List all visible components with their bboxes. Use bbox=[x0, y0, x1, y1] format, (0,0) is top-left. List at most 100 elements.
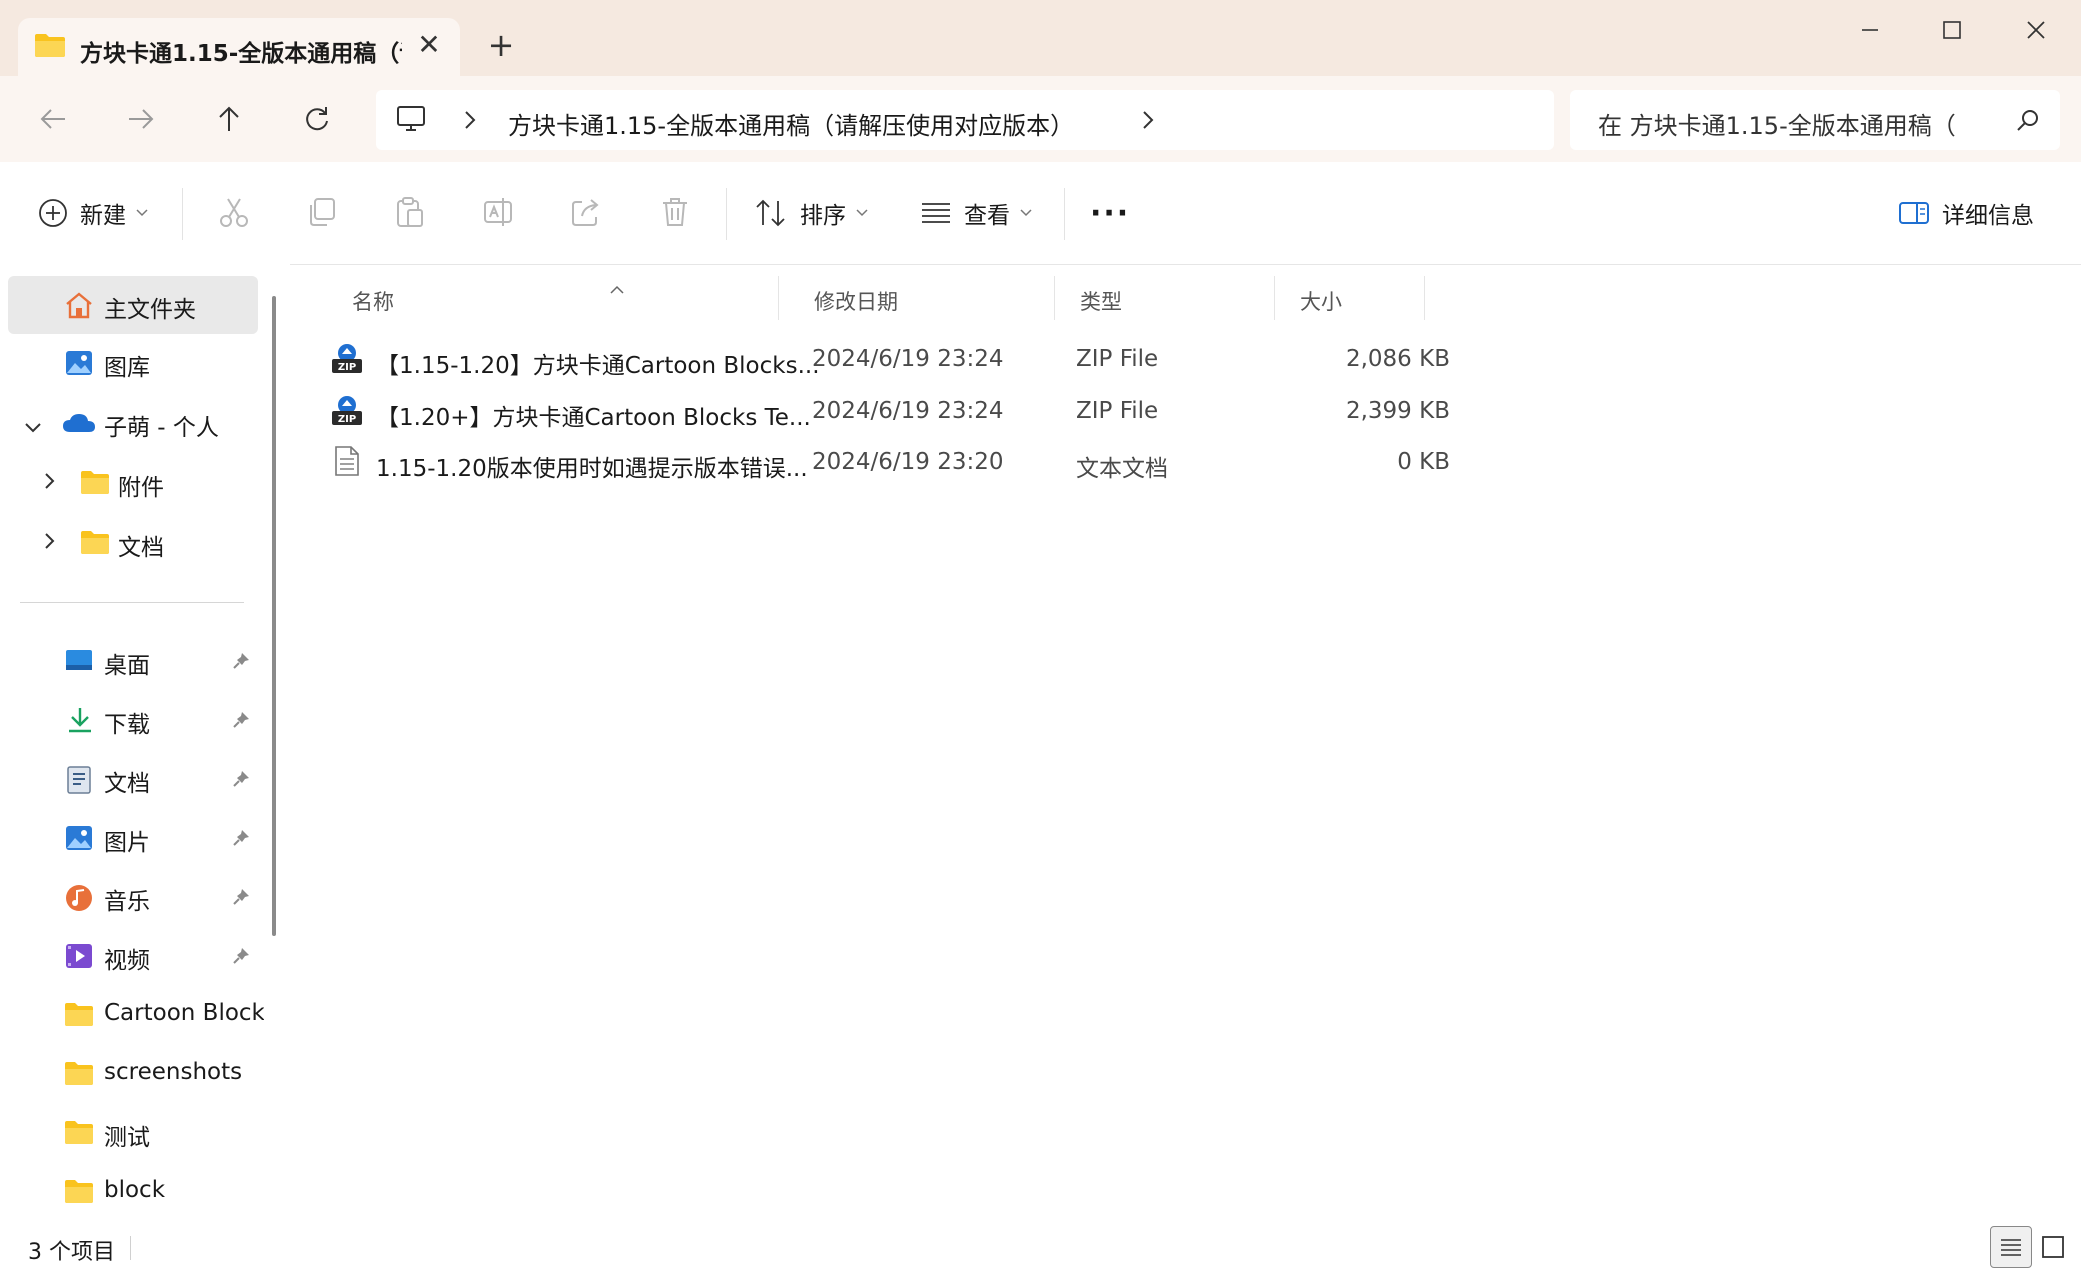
sort-button-label: 排序 bbox=[800, 203, 846, 229]
tab-close-icon[interactable]: ✕ bbox=[412, 28, 446, 62]
sidebar-item-label: 图片 bbox=[104, 830, 150, 856]
sidebar-scrollbar[interactable] bbox=[272, 296, 276, 936]
pin-icon[interactable] bbox=[232, 827, 250, 853]
column-size-label: 大小 bbox=[1300, 290, 1342, 314]
search-box[interactable]: 在 方块卡通1.15-全版本通用稿（ bbox=[1570, 90, 2060, 150]
sidebar-item-label: 子萌 - 个人 bbox=[104, 415, 219, 441]
sidebar-item-downloads[interactable]: 下载 bbox=[8, 691, 258, 749]
new-tab-button[interactable]: + bbox=[484, 28, 518, 62]
sidebar-item-onedrive[interactable]: 子萌 - 个人 bbox=[8, 394, 258, 452]
minimize-button[interactable] bbox=[1840, 8, 1900, 52]
sidebar-item-label: screenshots bbox=[104, 1059, 243, 1085]
pin-icon[interactable] bbox=[232, 768, 250, 794]
pin-icon[interactable] bbox=[232, 886, 250, 912]
tab-title: 方块卡通1.15-全版本通用稿（请 bbox=[80, 41, 402, 67]
refresh-button[interactable] bbox=[294, 96, 340, 142]
new-button[interactable]: 新建 bbox=[38, 186, 148, 240]
gallery-icon bbox=[64, 349, 94, 383]
sidebar-item-folder[interactable]: Cartoon Block bbox=[8, 986, 264, 1044]
sidebar-item-onedrive-documents[interactable]: 文档 bbox=[8, 514, 258, 572]
sidebar-item-videos[interactable]: 视频 bbox=[8, 927, 258, 985]
pin-icon[interactable] bbox=[232, 709, 250, 735]
rename-icon[interactable] bbox=[482, 196, 514, 232]
address-bar-row: 方块卡通1.15-全版本通用稿（请解压使用对应版本） 在 方块卡通1.15-全版… bbox=[0, 76, 2081, 162]
sidebar-item-desktop[interactable]: 桌面 bbox=[8, 632, 258, 690]
documents-icon bbox=[66, 765, 92, 801]
large-icons-view-button[interactable] bbox=[2036, 1230, 2070, 1264]
file-date: 2024/6/19 23:24 bbox=[812, 398, 1004, 424]
zip-icon: ZIP bbox=[330, 342, 364, 382]
file-row[interactable]: ZIP 【1.15-1.20】方块卡通Cartoon Blocks... 202… bbox=[326, 334, 1726, 384]
minimize-icon bbox=[1862, 29, 1878, 31]
breadcrumb-chevron-icon[interactable] bbox=[462, 108, 478, 136]
sidebar-item-gallery[interactable]: 图库 bbox=[8, 334, 258, 392]
paste-icon[interactable] bbox=[394, 196, 426, 232]
column-type-label: 类型 bbox=[1080, 290, 1122, 314]
back-button[interactable] bbox=[30, 96, 76, 142]
sidebar-item-folder[interactable]: screenshots bbox=[8, 1045, 258, 1103]
sidebar-item-pictures[interactable]: 图片 bbox=[8, 809, 258, 867]
file-date: 2024/6/19 23:24 bbox=[812, 346, 1004, 372]
file-row[interactable]: 1.15-1.20版本使用时如遇提示版本错误... 2024/6/19 23:2… bbox=[326, 437, 1726, 487]
sidebar-item-folder[interactable]: block bbox=[8, 1163, 258, 1221]
toolbar-divider bbox=[1064, 188, 1065, 240]
column-header-name[interactable]: 名称 bbox=[338, 276, 779, 320]
sidebar-item-music[interactable]: 音乐 bbox=[8, 868, 258, 926]
arrow-right-icon bbox=[129, 109, 154, 129]
sort-button[interactable]: 排序 bbox=[754, 186, 868, 240]
title-bar: 方块卡通1.15-全版本通用稿（请 ✕ + bbox=[0, 0, 2081, 76]
sidebar-item-folder[interactable]: 测试 bbox=[8, 1104, 258, 1162]
address-box[interactable]: 方块卡通1.15-全版本通用稿（请解压使用对应版本） bbox=[376, 90, 1554, 150]
details-pane-icon bbox=[1899, 202, 1929, 224]
up-button[interactable] bbox=[206, 96, 252, 142]
search-input[interactable]: 在 方块卡通1.15-全版本通用稿（ bbox=[1598, 106, 1998, 141]
cut-icon[interactable] bbox=[218, 196, 250, 232]
text-file-icon bbox=[334, 445, 360, 483]
maximize-button[interactable] bbox=[1922, 8, 1982, 52]
view-button[interactable]: 查看 bbox=[920, 186, 1032, 240]
forward-button[interactable] bbox=[118, 96, 164, 142]
chevron-right-icon[interactable] bbox=[44, 530, 56, 556]
details-pane-label: 详细信息 bbox=[1942, 203, 2034, 229]
sidebar-item-label: 主文件夹 bbox=[104, 297, 196, 323]
file-size: 2,399 KB bbox=[1345, 398, 1450, 424]
copy-icon[interactable] bbox=[306, 196, 338, 232]
chevron-right-icon[interactable] bbox=[44, 470, 56, 496]
sidebar-item-onedrive-attachments[interactable]: 附件 bbox=[8, 454, 258, 512]
pictures-icon bbox=[64, 824, 94, 858]
details-view-button[interactable] bbox=[1990, 1226, 2032, 1268]
delete-icon[interactable] bbox=[660, 196, 690, 232]
file-type: ZIP File bbox=[1076, 398, 1159, 424]
this-pc-icon[interactable] bbox=[396, 104, 426, 138]
status-bar: 3 个项目 bbox=[0, 1224, 2081, 1270]
chevron-down-icon[interactable] bbox=[24, 414, 42, 440]
details-pane-button[interactable]: 详细信息 bbox=[1898, 186, 2034, 240]
maximize-icon bbox=[1943, 21, 1961, 39]
pin-icon[interactable] bbox=[232, 945, 250, 971]
breadcrumb-expand-chevron-icon[interactable] bbox=[1140, 108, 1156, 136]
sidebar-item-label: 视频 bbox=[104, 948, 150, 974]
column-header-size[interactable]: 大小 bbox=[1286, 276, 1425, 320]
folder-icon bbox=[80, 469, 110, 501]
sidebar-item-label: 下载 bbox=[104, 712, 150, 738]
file-date: 2024/6/19 23:20 bbox=[812, 449, 1004, 475]
folder-icon bbox=[34, 32, 66, 62]
sidebar-item-home[interactable]: 主文件夹 bbox=[8, 276, 258, 334]
tab-current-folder[interactable]: 方块卡通1.15-全版本通用稿（请 ✕ bbox=[18, 18, 460, 76]
sidebar-item-documents[interactable]: 文档 bbox=[8, 750, 258, 808]
desktop-icon bbox=[64, 647, 94, 679]
column-header-date[interactable]: 修改日期 bbox=[800, 276, 1055, 320]
more-options-button[interactable]: ··· bbox=[1090, 186, 1130, 240]
arrow-left-icon bbox=[40, 109, 65, 129]
file-explorer-window: 方块卡通1.15-全版本通用稿（请 ✕ + 方块卡通1.15-全版本通用稿（请解… bbox=[0, 0, 2081, 1270]
file-row[interactable]: ZIP 【1.20+】方块卡通Cartoon Blocks Te... 2024… bbox=[326, 386, 1726, 436]
folder-icon bbox=[64, 1178, 94, 1210]
file-list: 名称 修改日期 类型 大小 ZIP 【1.15-1.20】方块卡通Cartoon… bbox=[290, 264, 2081, 1224]
sidebar-item-label: 测试 bbox=[104, 1125, 150, 1151]
share-icon[interactable] bbox=[570, 196, 602, 232]
close-window-button[interactable] bbox=[2006, 8, 2066, 52]
column-header-type[interactable]: 类型 bbox=[1066, 276, 1275, 320]
breadcrumb-current-folder[interactable]: 方块卡通1.15-全版本通用稿（请解压使用对应版本） bbox=[508, 106, 1074, 141]
pin-icon[interactable] bbox=[232, 650, 250, 676]
sidebar-item-label: 桌面 bbox=[104, 653, 150, 679]
